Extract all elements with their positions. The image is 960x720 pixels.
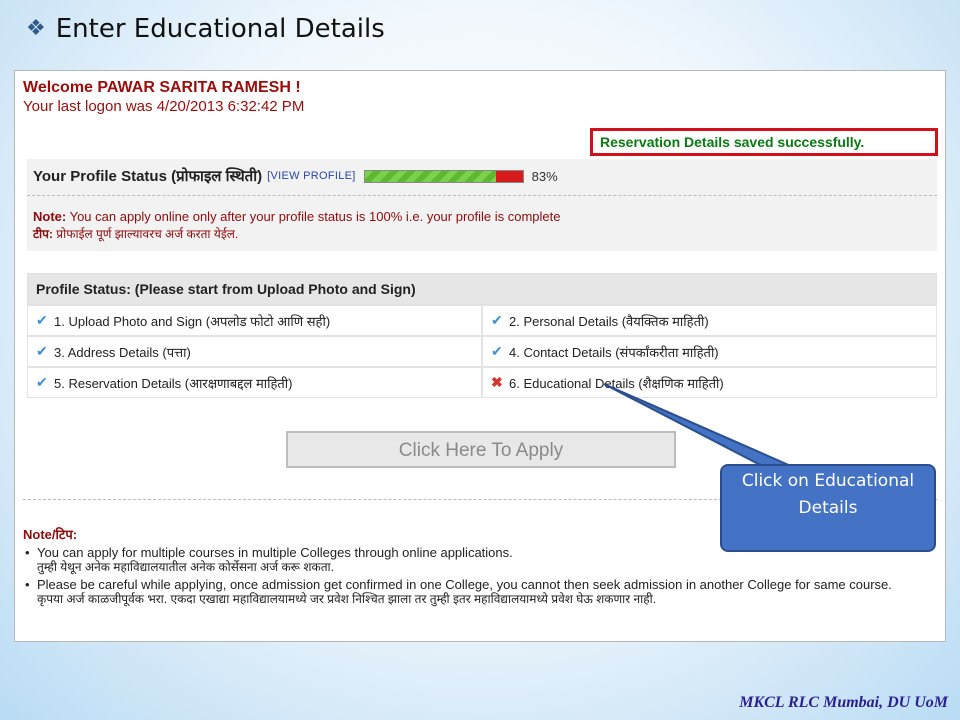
success-message: Reservation Details saved successfully. [590, 128, 938, 156]
profile-progress-bar [363, 169, 524, 183]
note-text: You can apply online only after your pro… [66, 209, 561, 224]
profile-status-item-label: 6. Educational Details (शैक्षणिक माहिती) [509, 375, 724, 391]
note-item-english: Please be careful while applying, once a… [37, 577, 892, 592]
slide-title-text: Enter Educational Details [55, 14, 385, 44]
last-logon: Your last logon was 4/20/2013 6:32:42 PM [23, 98, 305, 115]
profile-status-header: Profile Status: (Please start from Uploa… [27, 273, 937, 305]
profile-status-item: ✔ 5. Reservation Details (आरक्षणाबद्दल मा… [27, 367, 482, 398]
profile-status-item-label: 1. Upload Photo and Sign (अपलोड फोटो आणि… [54, 313, 331, 329]
profile-note: Note: You can apply online only after yo… [33, 209, 561, 224]
note-item: Please be careful while applying, once a… [23, 577, 938, 607]
note-item-marathi: कृपया अर्ज काळजीपूर्वक भरा. एकदा एखाद्या… [37, 592, 657, 606]
callout-box: Click on Educational Details [720, 464, 936, 552]
profile-status-item: ✔ 2. Personal Details (वैयक्तिक माहिती) [482, 305, 937, 336]
profile-status-item: ✔ 3. Address Details (पत्ता) [27, 336, 482, 367]
divider [27, 195, 937, 196]
checkmark-icon: ✔ [36, 343, 48, 359]
checkmark-icon: ✔ [491, 343, 503, 359]
diamond-bullet-icon: ❖ [26, 16, 46, 41]
cross-icon: ✖ [491, 374, 503, 390]
profile-status-row: Your Profile Status (प्रोफाइल स्थिती) [V… [33, 166, 558, 186]
profile-status-table: Profile Status: (Please start from Uploa… [27, 273, 937, 398]
profile-status-grid: ✔ 1. Upload Photo and Sign (अपलोड फोटो आण… [27, 305, 937, 398]
welcome-message: Welcome PAWAR SARITA RAMESH ! [23, 79, 301, 96]
profile-note-marathi: टीप: प्रोफाईल पूर्ण झाल्यावरच अर्ज करता … [33, 225, 238, 242]
profile-status-item-label: 3. Address Details (पत्ता) [54, 344, 191, 360]
view-profile-link[interactable]: [VIEW PROFILE] [267, 170, 356, 182]
profile-status-item[interactable]: ✖ 6. Educational Details (शैक्षणिक माहिती… [482, 367, 937, 398]
note-marathi-text: प्रोफाईल पूर्ण झाल्यावरच अर्ज करता येईल. [52, 227, 239, 241]
slide-title: ❖ Enter Educational Details [26, 14, 385, 44]
note-label: Note: [33, 209, 67, 224]
profile-status-item-label: 5. Reservation Details (आरक्षणाबद्दल माह… [54, 375, 293, 391]
checkmark-icon: ✔ [36, 374, 48, 390]
profile-status-label: Your Profile Status (प्रोफाइल स्थिती) [33, 168, 263, 185]
progress-fill [364, 170, 496, 182]
profile-status-item: ✔ 4. Contact Details (संपर्कांकरीता माहित… [482, 336, 937, 367]
application-screenshot: Welcome PAWAR SARITA RAMESH ! Your last … [14, 70, 946, 642]
profile-status-item-label: 4. Contact Details (संपर्कांकरीता माहिती… [509, 344, 719, 360]
note-item-marathi: तुम्ही येथून अनेक महाविद्यालयातील अनेक क… [37, 560, 334, 574]
profile-status-box: Your Profile Status (प्रोफाइल स्थिती) [V… [27, 159, 937, 251]
note-marathi-label: टीप: [33, 227, 53, 241]
slide-footer: MKCL RLC Mumbai, DU UoM [739, 694, 948, 711]
progress-percent: 83% [531, 168, 558, 184]
profile-status-item-label: 2. Personal Details (वैयक्तिक माहिती) [509, 313, 709, 329]
welcome-block: Welcome PAWAR SARITA RAMESH ! Your last … [23, 79, 304, 115]
apply-button[interactable]: Click Here To Apply [286, 431, 676, 468]
checkmark-icon: ✔ [36, 312, 48, 328]
profile-status-item: ✔ 1. Upload Photo and Sign (अपलोड फोटो आण… [27, 305, 482, 336]
checkmark-icon: ✔ [491, 312, 503, 328]
